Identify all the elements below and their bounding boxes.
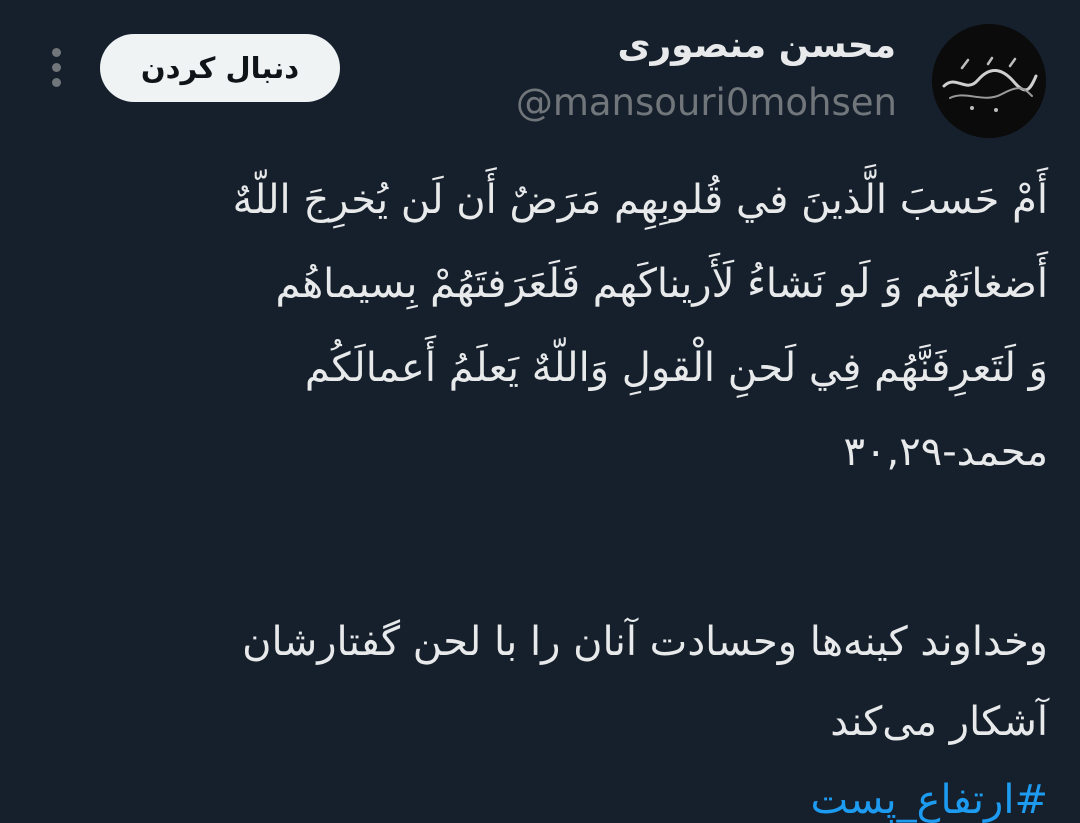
hashtag-link[interactable]: #ارتفاع_پست xyxy=(72,760,1048,823)
tweet-card: محسن منصوری @mansouri0mohsen دنبال کردن … xyxy=(0,0,1080,823)
avatar[interactable] xyxy=(932,24,1046,138)
display-name[interactable]: محسن منصوری xyxy=(617,22,896,70)
verse-reference: محمد-۳۰,۲۹ xyxy=(843,429,1048,475)
verse-line: وَ لَتَعرِفَنَّهُم فِي لَحنِ الْقولِ وَا… xyxy=(304,345,1048,391)
follow-button[interactable]: دنبال کردن xyxy=(100,34,340,102)
persian-translation: وخداوند کینه‌ها وحسادت آنان را با لحن گف… xyxy=(72,602,1048,762)
quran-verse: أَمْ حَسبَ الَّذينَ في قُلوبِهِم مَرَضٌ … xyxy=(72,158,1048,494)
translation-line: آشکار می‌کند xyxy=(830,699,1048,745)
user-handle[interactable]: @mansouri0mohsen xyxy=(516,78,897,128)
verse-line: أَمْ حَسبَ الَّذينَ في قُلوبِهِم مَرَضٌ … xyxy=(232,177,1048,223)
avatar-logo-icon xyxy=(932,24,1046,138)
more-vertical-icon[interactable] xyxy=(44,48,68,88)
translation-line: وخداوند کینه‌ها وحسادت آنان را با لحن گف… xyxy=(242,619,1048,665)
verse-line: أَضغانَهُم وَ لَو نَشاءُ لَأَريناكَهم فَ… xyxy=(275,261,1048,307)
tweet-text: أَمْ حَسبَ الَّذينَ في قُلوبِهِم مَرَضٌ … xyxy=(72,158,1048,823)
